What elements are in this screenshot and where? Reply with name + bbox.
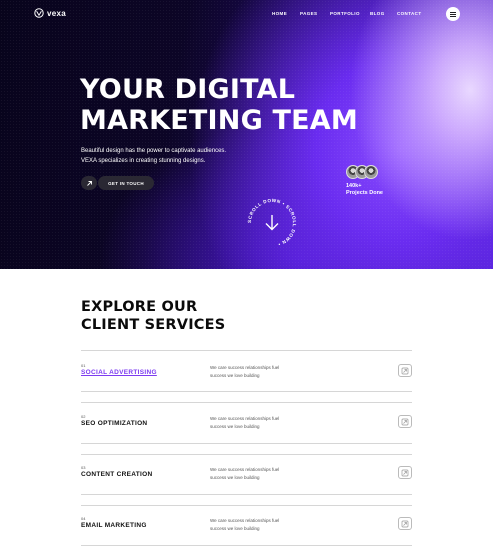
divider — [81, 391, 412, 392]
service-row[interactable]: 03 CONTENT CREATION We care success rela… — [81, 465, 412, 501]
menu-button[interactable] — [446, 7, 460, 21]
service-description: We care success relationships fuel succe… — [210, 365, 280, 378]
services-title: EXPLORE OUR CLIENT SERVICES — [81, 298, 225, 334]
divider — [81, 350, 412, 351]
hero-desc-line-2: VEXA specializes in creating stunning de… — [81, 158, 206, 164]
avatar — [364, 165, 378, 179]
hero-title-line-2: MARKETING TEAM — [80, 105, 358, 136]
arrow-down-icon — [265, 215, 279, 231]
projects-count: 140k+ — [346, 183, 362, 189]
service-name[interactable]: SEO OPTIMIZATION — [81, 420, 147, 427]
service-description: We care success relationships fuel succe… — [210, 416, 280, 429]
arrow-up-right-icon — [86, 180, 92, 186]
hero-desc-line-1: Beautiful design has the power to captiv… — [81, 148, 227, 154]
service-number: 01 — [81, 363, 86, 368]
divider — [81, 443, 412, 444]
scroll-down-badge[interactable]: SCROLL DOWN • SCROLL DOWN • — [245, 196, 299, 250]
service-row[interactable]: 01 SOCIAL ADVERTISING We care success re… — [81, 363, 412, 399]
service-number: 03 — [81, 465, 86, 470]
service-name[interactable]: SOCIAL ADVERTISING — [81, 369, 157, 376]
projects-label: Projects Done — [346, 190, 383, 196]
nav-pages[interactable]: PAGES — [300, 11, 317, 16]
service-description: We care success relationships fuel succe… — [210, 518, 280, 531]
divider — [81, 505, 412, 506]
nav-portfolio[interactable]: PORTFOLIO — [330, 11, 360, 16]
service-name[interactable]: CONTENT CREATION — [81, 471, 152, 478]
service-card-icon[interactable] — [398, 415, 412, 428]
hero-title: YOUR DIGITAL MARKETING TEAM — [80, 74, 358, 136]
get-in-touch-button[interactable]: GET IN TOUCH — [98, 176, 154, 190]
nav-contact[interactable]: CONTACT — [397, 11, 421, 16]
service-card-icon[interactable] — [398, 364, 412, 377]
hero-section: vexa HOME PAGES PORTFOLIO BLOG CONTACT Y… — [0, 0, 493, 269]
service-number: 02 — [81, 414, 86, 419]
service-name[interactable]: EMAIL MARKETING — [81, 522, 147, 529]
service-description: We care success relationships fuel succe… — [210, 467, 280, 480]
nav-blog[interactable]: BLOG — [370, 11, 385, 16]
divider — [81, 402, 412, 403]
arrow-button[interactable] — [81, 176, 97, 190]
service-card-icon[interactable] — [398, 466, 412, 479]
top-nav: HOME PAGES PORTFOLIO BLOG CONTACT — [0, 11, 493, 19]
nav-home[interactable]: HOME — [272, 11, 287, 16]
service-card-icon[interactable] — [398, 517, 412, 530]
menu-icon — [450, 11, 456, 13]
services-title-line-1: EXPLORE OUR — [81, 299, 198, 315]
divider — [81, 494, 412, 495]
hero-description: Beautiful design has the power to captiv… — [81, 146, 226, 166]
avatar-group — [346, 165, 378, 181]
service-number: 04 — [81, 516, 86, 521]
divider — [81, 545, 412, 546]
services-title-line-2: CLIENT SERVICES — [81, 317, 226, 333]
hero-title-line-1: YOUR DIGITAL — [80, 74, 296, 105]
service-row[interactable]: 02 SEO OPTIMIZATION We care success rela… — [81, 414, 412, 450]
divider — [81, 454, 412, 455]
